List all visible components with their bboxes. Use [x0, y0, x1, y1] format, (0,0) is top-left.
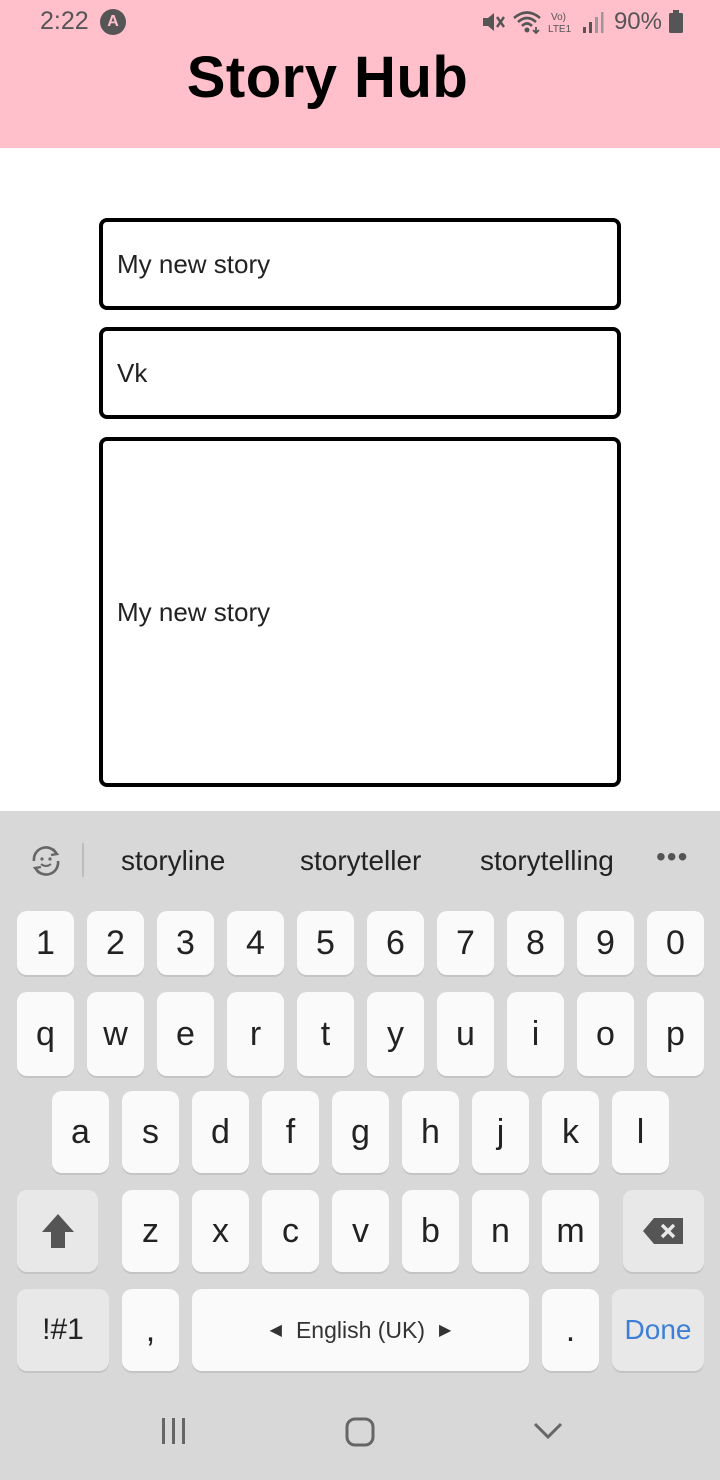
space-key[interactable]: ◀ English (UK) ▶ — [192, 1289, 529, 1371]
shift-key[interactable] — [17, 1190, 98, 1272]
key-0[interactable]: 0 — [647, 911, 704, 975]
backspace-icon — [642, 1218, 683, 1244]
key-o[interactable]: o — [577, 992, 634, 1076]
key-z[interactable]: z — [122, 1190, 179, 1272]
suggestion-bar: storyline storyteller storytelling ••• — [0, 811, 720, 909]
key-m[interactable]: m — [542, 1190, 599, 1272]
key-5[interactable]: 5 — [297, 911, 354, 975]
done-key[interactable]: Done — [612, 1289, 704, 1371]
more-options-icon[interactable]: ••• — [656, 841, 688, 873]
key-1[interactable]: 1 — [17, 911, 74, 975]
screen: { "status_bar": { "time": "2:22", "app_i… — [0, 0, 720, 1480]
key-3[interactable]: 3 — [157, 911, 214, 975]
battery-percent: 90% — [613, 8, 662, 35]
key-v[interactable]: v — [332, 1190, 389, 1272]
key-x[interactable]: x — [192, 1190, 249, 1272]
backspace-key[interactable] — [623, 1190, 704, 1272]
recent-apps-icon[interactable] — [158, 1416, 190, 1446]
key-9[interactable]: 9 — [577, 911, 634, 975]
story-textarea[interactable]: My new story — [99, 437, 621, 787]
suggestion-1[interactable]: storyline — [121, 845, 225, 877]
comma-key[interactable]: , — [122, 1289, 179, 1371]
key-s[interactable]: s — [122, 1091, 179, 1173]
key-u[interactable]: u — [437, 992, 494, 1076]
key-p[interactable]: p — [647, 992, 704, 1076]
story-textarea-value: My new story — [117, 596, 271, 627]
language-left-icon: ◀ — [269, 1322, 282, 1339]
status-bar: 2:22 A Vo) LTE1 90% — [0, 0, 720, 44]
period-key[interactable]: . — [542, 1289, 599, 1371]
app-notification-icon: A — [100, 9, 126, 35]
key-i[interactable]: i — [507, 992, 564, 1076]
title-input[interactable]: My new story — [99, 218, 621, 310]
key-j[interactable]: j — [472, 1091, 529, 1173]
status-icons: Vo) LTE1 90% — [480, 6, 684, 38]
suggestion-3[interactable]: storytelling — [480, 845, 614, 877]
signal-icon — [582, 12, 604, 33]
suggestion-2[interactable]: storyteller — [300, 845, 421, 877]
emoji-refresh-icon[interactable] — [26, 841, 66, 881]
status-time: 2:22 — [40, 7, 89, 35]
navigation-bar — [0, 1394, 720, 1480]
key-g[interactable]: g — [332, 1091, 389, 1173]
key-b[interactable]: b — [402, 1190, 459, 1272]
key-2[interactable]: 2 — [87, 911, 144, 975]
suggestion-divider — [82, 843, 84, 877]
key-d[interactable]: d — [192, 1091, 249, 1173]
page-title: Story Hub — [186, 45, 469, 110]
key-c[interactable]: c — [262, 1190, 319, 1272]
wifi-icon — [513, 11, 541, 35]
svg-text:Vo): Vo) — [551, 12, 566, 23]
mute-icon — [482, 13, 505, 31]
key-e[interactable]: e — [157, 992, 214, 1076]
key-f[interactable]: f — [262, 1091, 319, 1173]
key-8[interactable]: 8 — [507, 911, 564, 975]
key-n[interactable]: n — [472, 1190, 529, 1272]
key-k[interactable]: k — [542, 1091, 599, 1173]
back-icon[interactable] — [532, 1420, 564, 1442]
key-y[interactable]: y — [367, 992, 424, 1076]
key-t[interactable]: t — [297, 992, 354, 1076]
key-6[interactable]: 6 — [367, 911, 424, 975]
volte-lte-icon: Vo) LTE1 — [548, 12, 572, 35]
space-key-label: English (UK) — [295, 1316, 426, 1343]
soft-keyboard: storyline storyteller storytelling ••• 1… — [0, 811, 720, 1480]
shift-arrow-icon — [41, 1214, 74, 1248]
app-header: 2:22 A Vo) LTE1 90% Story Hub — [0, 0, 720, 148]
language-right-icon: ▶ — [439, 1322, 452, 1339]
key-l[interactable]: l — [612, 1091, 669, 1173]
author-input[interactable]: Vk — [99, 327, 621, 419]
title-input-value: My new story — [117, 248, 271, 279]
key-w[interactable]: w — [87, 992, 144, 1076]
key-q[interactable]: q — [17, 992, 74, 1076]
key-a[interactable]: a — [52, 1091, 109, 1173]
author-input-value: Vk — [117, 357, 148, 388]
symbols-key[interactable]: !#1 — [17, 1289, 109, 1371]
key-7[interactable]: 7 — [437, 911, 494, 975]
battery-icon — [669, 10, 683, 33]
svg-text:LTE1: LTE1 — [548, 24, 572, 35]
home-icon[interactable] — [344, 1416, 376, 1448]
key-r[interactable]: r — [227, 992, 284, 1076]
key-4[interactable]: 4 — [227, 911, 284, 975]
key-h[interactable]: h — [402, 1091, 459, 1173]
